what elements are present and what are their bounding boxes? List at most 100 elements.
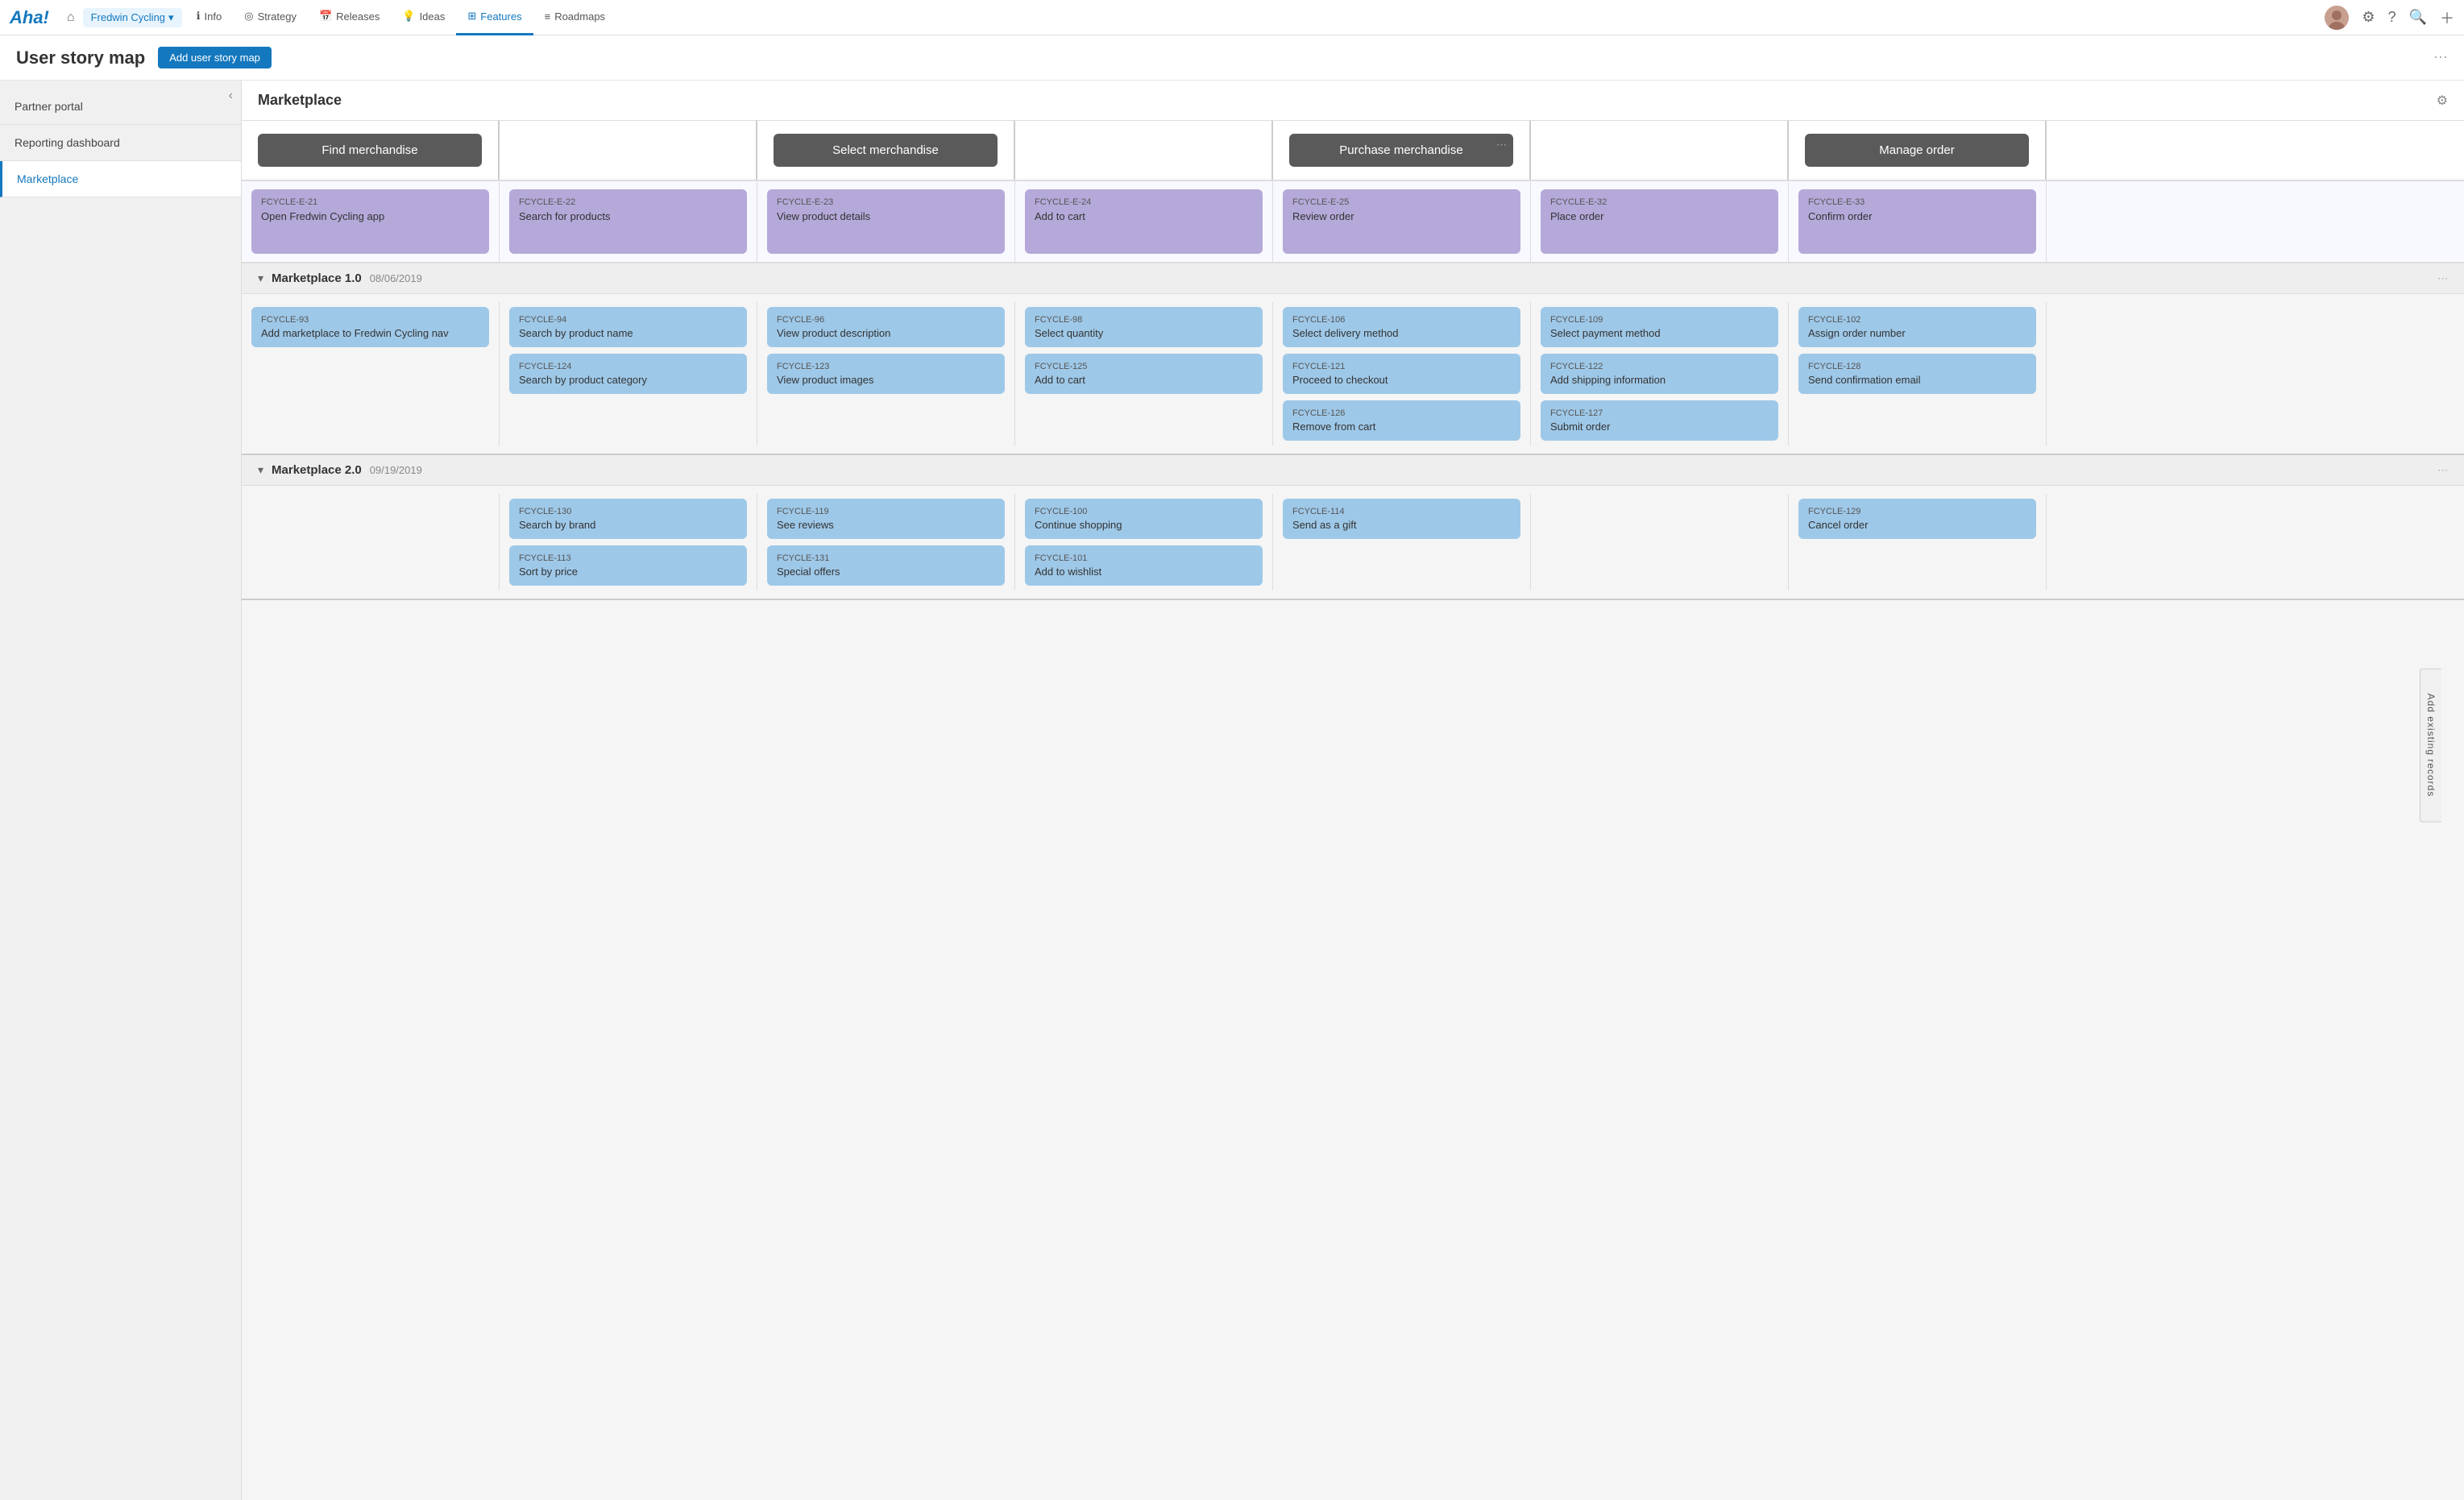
card-title: Send confirmation email: [1808, 374, 2026, 386]
story-card-122[interactable]: FCYCLE-122 Add shipping information: [1541, 354, 1778, 394]
story-card-127[interactable]: FCYCLE-127 Submit order: [1541, 400, 1778, 441]
feature-col-7: FCYCLE-E-33 Confirm order: [1789, 181, 2047, 262]
nav-right: ⚙ ? 🔍 ＋: [2325, 6, 2454, 30]
features-nav-icon: ⊞: [467, 10, 476, 23]
story-card-96[interactable]: FCYCLE-96 View product description: [767, 307, 1005, 347]
avatar[interactable]: [2325, 6, 2349, 30]
epic-select-merchandise[interactable]: Select merchandise: [774, 134, 998, 167]
add-icon[interactable]: ＋: [2440, 7, 2454, 28]
feature-card-e33[interactable]: FCYCLE-E-33 Confirm order: [1798, 189, 2036, 254]
story-card-102[interactable]: FCYCLE-102 Assign order number: [1798, 307, 2036, 347]
story-card-129[interactable]: FCYCLE-129 Cancel order: [1798, 499, 2036, 539]
nav-item-features[interactable]: ⊞ Features: [456, 0, 533, 35]
story-col-2-6: [1531, 494, 1789, 590]
card-id: FCYCLE-E-24: [1035, 197, 1253, 207]
card-id: FCYCLE-131: [777, 553, 995, 563]
card-title: Search for products: [519, 210, 737, 222]
story-card-123[interactable]: FCYCLE-123 View product images: [767, 354, 1005, 394]
story-card-113[interactable]: FCYCLE-113 Sort by price: [509, 545, 747, 586]
feature-card-e25[interactable]: FCYCLE-E-25 Review order: [1283, 189, 1520, 254]
card-title: Search by product category: [519, 374, 737, 386]
story-card-125[interactable]: FCYCLE-125 Add to cart: [1025, 354, 1263, 394]
product-selector[interactable]: Fredwin Cycling ▾: [83, 8, 182, 27]
feature-card-e21[interactable]: FCYCLE-E-21 Open Fredwin Cycling app: [251, 189, 489, 254]
chevron-collapse-icon-2[interactable]: ▾: [258, 463, 263, 477]
feature-card-e22[interactable]: FCYCLE-E-22 Search for products: [509, 189, 747, 254]
card-id: FCYCLE-119: [777, 507, 995, 516]
card-id: FCYCLE-123: [777, 362, 995, 371]
help-icon[interactable]: ?: [2388, 9, 2396, 26]
card-title: Remove from cart: [1292, 421, 1511, 433]
story-card-124[interactable]: FCYCLE-124 Search by product category: [509, 354, 747, 394]
epic-find-merchandise[interactable]: Find merchandise: [258, 134, 482, 167]
nav-item-releases[interactable]: 📅 Releases: [308, 0, 391, 35]
card-title: View product details: [777, 210, 995, 222]
search-icon[interactable]: 🔍: [2409, 9, 2427, 26]
card-title: Add to wishlist: [1035, 566, 1253, 578]
add-user-story-map-button[interactable]: Add user story map: [158, 47, 272, 68]
card-id: FCYCLE-121: [1292, 362, 1511, 371]
story-card-98[interactable]: FCYCLE-98 Select quantity: [1025, 307, 1263, 347]
chevron-collapse-icon[interactable]: ▾: [258, 271, 263, 285]
card-id: FCYCLE-125: [1035, 362, 1253, 371]
sidebar-item-partner-portal[interactable]: Partner portal: [0, 89, 241, 125]
story-col-1-1: FCYCLE-93 Add marketplace to Fredwin Cyc…: [242, 302, 500, 445]
add-existing-records-tab[interactable]: Add existing records: [2420, 669, 2441, 823]
story-card-128[interactable]: FCYCLE-128 Send confirmation email: [1798, 354, 2036, 394]
nav-item-ideas[interactable]: 💡 Ideas: [391, 0, 456, 35]
release-date-1: 08/06/2019: [370, 272, 422, 284]
feature-card-e32[interactable]: FCYCLE-E-32 Place order: [1541, 189, 1778, 254]
feature-card-e24[interactable]: FCYCLE-E-24 Add to cart: [1025, 189, 1263, 254]
story-col-2-1: [242, 494, 500, 590]
story-map-header: Marketplace ⚙: [242, 81, 2464, 121]
story-card-100[interactable]: FCYCLE-100 Continue shopping: [1025, 499, 1263, 539]
feature-col-6: FCYCLE-E-32 Place order: [1531, 181, 1789, 262]
card-title: Add to cart: [1035, 210, 1253, 222]
story-col-1-4: FCYCLE-98 Select quantity FCYCLE-125 Add…: [1015, 302, 1273, 445]
story-card-121[interactable]: FCYCLE-121 Proceed to checkout: [1283, 354, 1520, 394]
card-title: View product description: [777, 327, 995, 339]
sidebar-item-reporting-dashboard[interactable]: Reporting dashboard: [0, 125, 241, 161]
release-more-button-2[interactable]: ⋯: [2437, 464, 2448, 477]
nav-item-roadmaps[interactable]: ≡ Roadmaps: [533, 0, 616, 35]
story-map-settings-icon[interactable]: ⚙: [2437, 93, 2448, 109]
releases-nav-icon: 📅: [319, 10, 332, 23]
story-card-93[interactable]: FCYCLE-93 Add marketplace to Fredwin Cyc…: [251, 307, 489, 347]
epic-cell-empty-find: [500, 121, 757, 180]
story-card-119[interactable]: FCYCLE-119 See reviews: [767, 499, 1005, 539]
story-card-130[interactable]: FCYCLE-130 Search by brand: [509, 499, 747, 539]
nav-item-strategy[interactable]: ◎ Strategy: [233, 0, 308, 35]
story-card-126[interactable]: FCYCLE-126 Remove from cart: [1283, 400, 1520, 441]
home-icon[interactable]: ⌂: [59, 10, 83, 25]
settings-icon[interactable]: ⚙: [2362, 9, 2375, 26]
feature-col-5: FCYCLE-E-25 Review order: [1273, 181, 1531, 262]
feature-card-e23[interactable]: FCYCLE-E-23 View product details: [767, 189, 1005, 254]
sidebar: ‹ Partner portal Reporting dashboard Mar…: [0, 81, 242, 1500]
dropdown-icon: ▾: [168, 11, 174, 24]
release-name-2: Marketplace 2.0: [272, 463, 362, 477]
story-card-94[interactable]: FCYCLE-94 Search by product name: [509, 307, 747, 347]
logo[interactable]: Aha!: [10, 7, 49, 28]
story-card-101[interactable]: FCYCLE-101 Add to wishlist: [1025, 545, 1263, 586]
more-options-button[interactable]: ⋯: [2433, 49, 2448, 66]
story-card-114[interactable]: FCYCLE-114 Send as a gift: [1283, 499, 1520, 539]
release-more-button-1[interactable]: ⋯: [2437, 272, 2448, 285]
story-card-131[interactable]: FCYCLE-131 Special offers: [767, 545, 1005, 586]
story-col-1-6: FCYCLE-109 Select payment method FCYCLE-…: [1531, 302, 1789, 445]
nav-items: ℹ Info ◎ Strategy 📅 Releases 💡 Ideas ⊞ F…: [185, 0, 2325, 35]
epic-purchase-merchandise[interactable]: ⋯ Purchase merchandise: [1289, 134, 1513, 167]
story-card-106[interactable]: FCYCLE-106 Select delivery method: [1283, 307, 1520, 347]
epic-cell-select: Select merchandise: [757, 121, 1015, 180]
nav-item-info[interactable]: ℹ Info: [185, 0, 234, 35]
card-title: Review order: [1292, 210, 1511, 222]
epic-manage-order[interactable]: Manage order: [1805, 134, 2029, 167]
sidebar-collapse-icon[interactable]: ‹: [229, 89, 233, 103]
card-id: FCYCLE-102: [1808, 315, 2026, 325]
card-id: FCYCLE-94: [519, 315, 737, 325]
sidebar-item-marketplace[interactable]: Marketplace: [0, 161, 241, 197]
card-id: FCYCLE-109: [1550, 315, 1769, 325]
card-id: FCYCLE-E-21: [261, 197, 479, 207]
card-id: FCYCLE-93: [261, 315, 479, 325]
story-card-109[interactable]: FCYCLE-109 Select payment method: [1541, 307, 1778, 347]
feature-col-4: FCYCLE-E-24 Add to cart: [1015, 181, 1273, 262]
